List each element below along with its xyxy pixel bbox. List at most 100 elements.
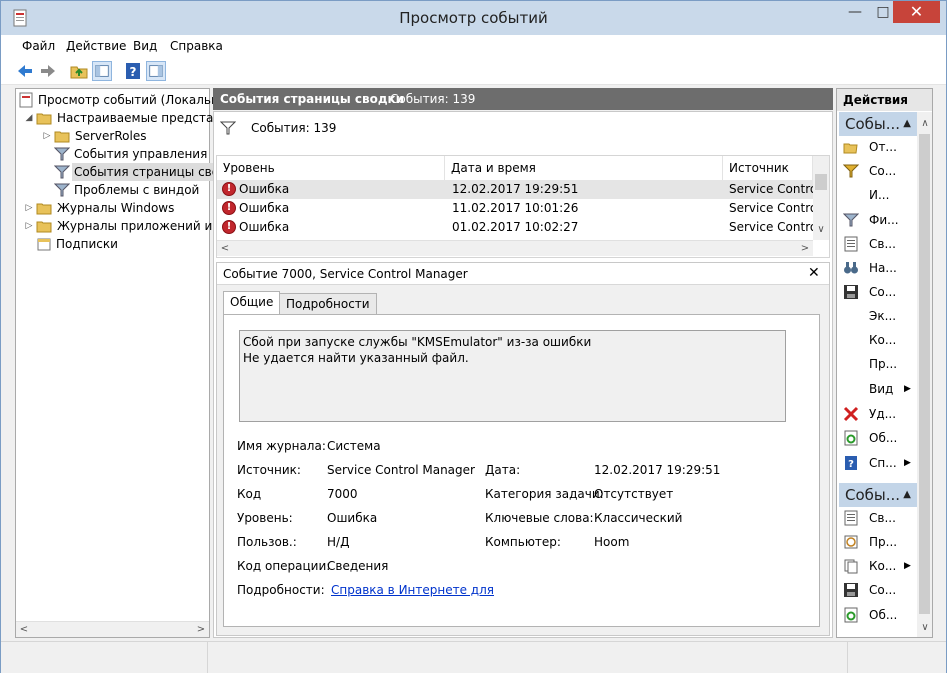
filter-icon [54,165,70,179]
scrollbar-thumb[interactable] [815,174,827,190]
close-icon[interactable]: ✕ [808,265,820,281]
menu-action[interactable]: Действие [66,39,126,53]
online-help-link[interactable]: Справка в Интернете для [331,583,494,597]
col-header-source[interactable]: Источник [723,156,813,180]
refresh-icon [844,607,858,623]
event-viewer-icon [19,92,33,108]
copy-icon [844,559,858,574]
chevron-right-icon[interactable]: ▷ [24,199,34,217]
minimize-button[interactable]: — [841,1,869,23]
tree-item-serverroles[interactable]: ▷ ServerRoles [42,127,208,145]
folder-icon [36,203,52,215]
properties-icon [844,236,858,252]
general-tab-content: Сбой при запуске службы "KMSEmulator" из… [223,314,820,627]
menu-view[interactable]: Вид [133,39,157,53]
refresh-icon [844,430,858,446]
open-folder-icon [843,143,858,154]
back-arrow-icon[interactable] [15,61,35,81]
table-row[interactable]: ! Ошибка 11.02.2017 10:01:26 Service Con… [217,199,821,218]
chevron-right-icon[interactable]: ▷ [42,127,52,145]
show-hide-tree-icon[interactable] [92,61,112,81]
label-level: Уровень: [237,511,293,525]
col-header-level[interactable]: Уровень [217,156,445,180]
tree-item-app-logs[interactable]: ▷ Журналы приложений и сл [24,217,231,235]
binoculars-icon [844,262,858,274]
filter-count: События: 139 [251,121,337,135]
collapse-icon[interactable]: ▲ [903,112,911,136]
folder-icon [36,221,52,233]
col-header-datetime[interactable]: Дата и время [445,156,723,180]
filter-icon [220,121,236,135]
label-date: Дата: [485,463,521,477]
detail-title: Событие 7000, Service Control Manager [223,267,468,281]
help-icon: ? [845,456,857,470]
label-log-name: Имя журнала: [237,439,326,453]
actions-group-event[interactable]: Собы... ▲ [839,483,917,507]
submenu-arrow-icon: ▶ [904,561,911,571]
label-keywords: Ключевые слова: [485,511,594,525]
tree-item-windows-logs[interactable]: ▷ Журналы Windows [24,199,208,217]
scroll-left-icon[interactable]: < [217,241,233,257]
table-horizontal-scrollbar[interactable]: < > [217,240,813,256]
scroll-right-icon[interactable]: > [797,241,813,257]
scroll-down-icon[interactable]: ∨ [917,620,933,636]
filter-star-icon [843,164,859,178]
submenu-arrow-icon: ▶ [904,458,911,468]
detail-header: Событие 7000, Service Control Manager ✕ [217,263,829,285]
error-icon: ! [222,201,236,215]
console-tree: Просмотр событий (Локальны ◢ Настраиваем… [15,88,236,638]
tab-details[interactable]: Подробности [279,293,377,315]
status-bar [1,641,946,673]
summary-header: События страницы сводки События: 139 [213,88,833,110]
scroll-down-icon[interactable]: ∨ [813,222,829,238]
value-computer: Hoom [594,535,630,549]
event-viewer-window: Просмотр событий — □ ✕ Файл Действие Вид… [0,0,947,673]
task-icon [844,535,858,549]
filter-icon [843,213,859,227]
error-icon: ! [222,182,236,196]
event-message-box[interactable]: Сбой при запуске службы "KMSEmulator" из… [239,330,786,422]
value-date: 12.02.2017 19:29:51 [594,463,721,477]
title-bar: Просмотр событий — □ ✕ [1,1,946,35]
close-button[interactable]: ✕ [893,1,940,23]
chevron-down-icon[interactable]: ◢ [24,109,34,127]
label-code: Код [237,487,262,501]
scroll-up-icon[interactable]: ∧ [917,116,933,132]
actions-group-events-summary[interactable]: Собы... ▲ [839,112,917,136]
save-icon [844,285,858,299]
scroll-left-icon[interactable]: < [16,622,32,638]
table-row[interactable]: ! Ошибка 01.02.2017 10:02:27 Service Con… [217,218,821,237]
label-opcode: Код операции: [237,559,331,573]
filter-icon [54,183,70,197]
table-vertical-scrollbar[interactable]: ∨ [813,156,829,240]
tree-item-summary-events[interactable]: События страницы свод [54,163,230,181]
filter-icon [54,147,70,161]
tree-item-subscriptions[interactable]: Подписки [36,235,208,253]
tab-general[interactable]: Общие [223,291,281,315]
tree-item-root[interactable]: Просмотр событий (Локальны [18,91,228,109]
forward-arrow-icon[interactable] [38,61,58,81]
chevron-right-icon[interactable]: ▷ [24,217,34,235]
tree-item-custom-views[interactable]: ◢ Настраиваемые представле [24,109,236,127]
properties-icon [844,510,858,526]
tree-item-window-problems[interactable]: Проблемы с виндой [54,181,208,199]
table-row[interactable]: ! Ошибка 12.02.2017 19:29:51 Service Con… [217,180,821,199]
scroll-right-icon[interactable]: > [193,622,209,638]
menu-file[interactable]: Файл [22,39,55,53]
events-table: Уровень Дата и время Источник ! Ошибка 1… [216,155,830,258]
value-keywords: Классический [594,511,683,525]
actions-vertical-scrollbar[interactable]: ∧ ∨ [917,112,932,637]
collapse-icon[interactable]: ▲ [903,483,911,507]
folder-icon [54,131,70,143]
tree-horizontal-scrollbar[interactable]: < > [16,621,209,637]
help-icon[interactable]: ? [123,61,143,81]
show-hide-action-pane-icon[interactable] [146,61,166,81]
value-user: Н/Д [327,535,350,549]
save-icon [844,583,858,597]
folder-up-icon[interactable] [69,61,89,81]
value-opcode: Сведения [327,559,389,573]
scrollbar-thumb[interactable] [919,134,930,614]
tree-item-admin-events[interactable]: События управления [54,145,208,163]
value-level: Ошибка [327,511,378,525]
menu-help[interactable]: Справка [170,39,223,53]
